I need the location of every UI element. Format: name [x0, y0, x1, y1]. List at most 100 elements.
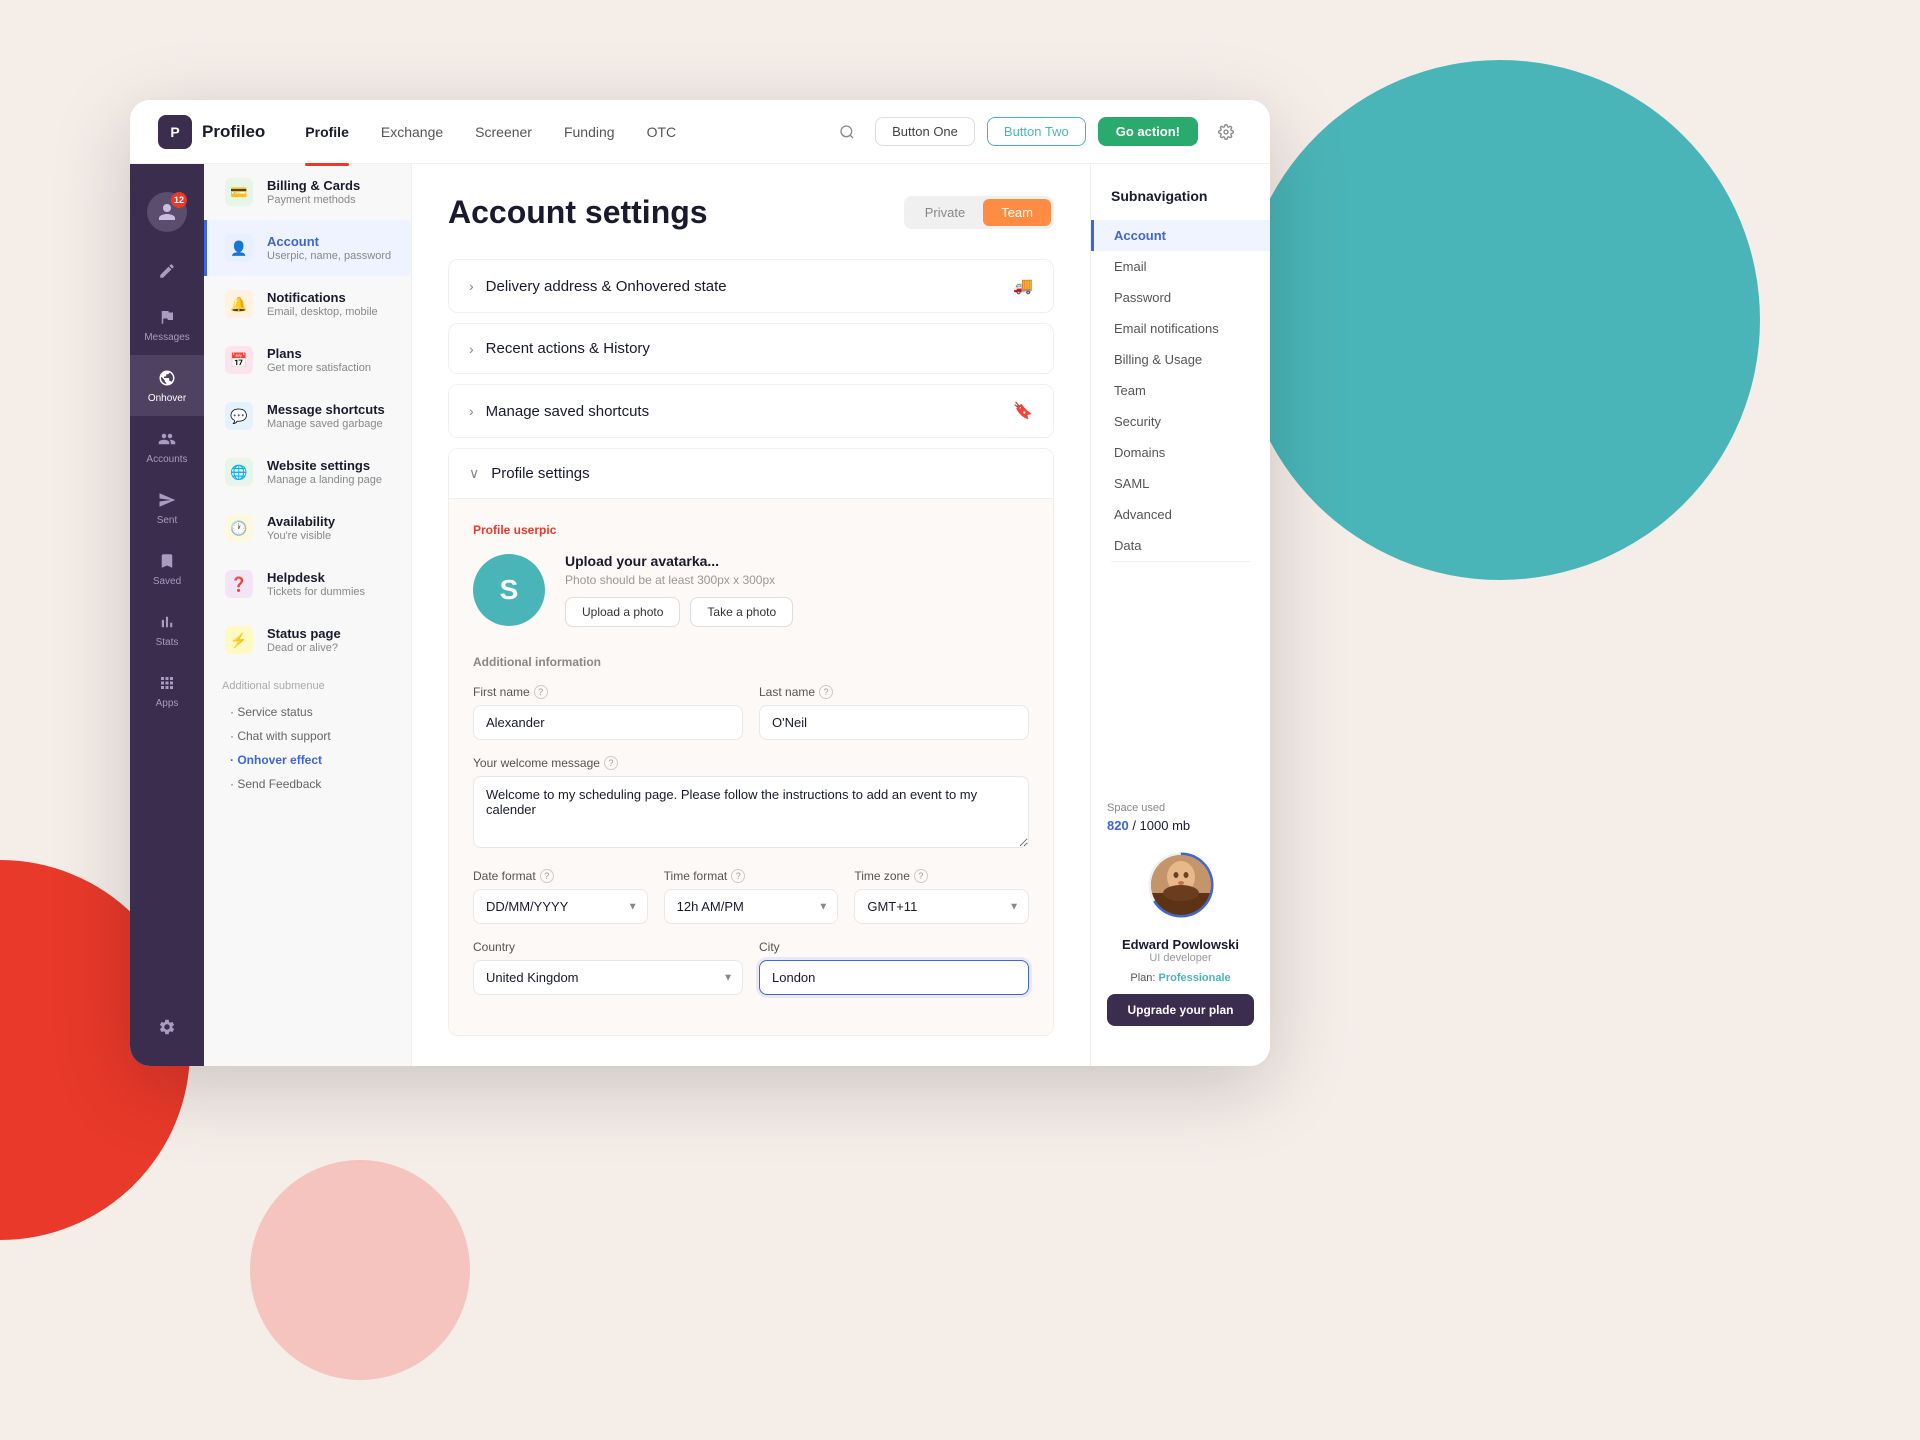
- sidebar-saved-item[interactable]: Saved: [130, 538, 204, 599]
- accordion-delivery-header[interactable]: › Delivery address & Onhovered state 🚚: [449, 260, 1053, 312]
- sidebar-item-shortcuts[interactable]: 💬 Message shortcuts Manage saved garbage: [204, 388, 411, 444]
- accordion-shortcuts-header[interactable]: › Manage saved shortcuts 🔖: [449, 385, 1053, 437]
- sidebar-item-plans[interactable]: 📅 Plans Get more satisfaction: [204, 332, 411, 388]
- flag-icon: [156, 306, 178, 328]
- settings-icon[interactable]: [1210, 116, 1242, 148]
- subnav-title: Subnavigation: [1091, 188, 1270, 220]
- search-icon[interactable]: [831, 116, 863, 148]
- submenu-send-feedback[interactable]: Send Feedback: [222, 772, 393, 796]
- sidebar-item-availability[interactable]: 🕐 Availability You're visible: [204, 500, 411, 556]
- sidebar-settings-item[interactable]: [130, 1004, 204, 1050]
- sidebar-item-helpdesk[interactable]: ❓ Helpdesk Tickets for dummies: [204, 556, 411, 612]
- date-format-select[interactable]: DD/MM/YYYY MM/DD/YYYY YYYY/MM/DD: [473, 889, 648, 924]
- subnav-password[interactable]: Password: [1091, 282, 1270, 313]
- country-select[interactable]: United Kingdom United States Australia: [473, 960, 743, 995]
- topnav-links: Profile Exchange Screener Funding OTC: [305, 120, 831, 144]
- toggle-team[interactable]: Team: [983, 199, 1051, 226]
- sidebar-item-status[interactable]: ⚡ Status page Dead or alive?: [204, 612, 411, 668]
- button-two[interactable]: Button Two: [987, 117, 1086, 146]
- timezone-help-icon[interactable]: ?: [914, 869, 928, 883]
- date-format-group: Date format ? DD/MM/YYYY MM/DD/YYYY YYYY…: [473, 869, 648, 924]
- welcome-label: Your welcome message ?: [473, 756, 1029, 770]
- nav-link-exchange[interactable]: Exchange: [381, 120, 443, 144]
- send-icon: [156, 489, 178, 511]
- main-window: P Profileo Profile Exchange Screener Fun…: [130, 100, 1270, 1066]
- accordion-recent-header[interactable]: › Recent actions & History: [449, 324, 1053, 373]
- sidebar-accounts-item[interactable]: Accounts: [130, 416, 204, 477]
- sidebar-item-billing[interactable]: 💳 Billing & Cards Payment methods: [204, 164, 411, 220]
- availability-title: Availability: [267, 514, 335, 529]
- time-format-select[interactable]: 12h AM/PM 24h: [664, 889, 839, 924]
- submenu-chat-support[interactable]: Chat with support: [222, 724, 393, 748]
- avatar-circle: S: [473, 554, 545, 626]
- nav-link-funding[interactable]: Funding: [564, 120, 615, 144]
- welcome-help-icon[interactable]: ?: [604, 756, 618, 770]
- timezone-select[interactable]: GMT+11 GMT+0 GMT-5: [854, 889, 1029, 924]
- apps-icon: [156, 672, 178, 694]
- date-format-help-icon[interactable]: ?: [540, 869, 554, 883]
- subnav-advanced[interactable]: Advanced: [1091, 499, 1270, 530]
- sidebar-messages-item[interactable]: Messages: [130, 294, 204, 355]
- first-name-help-icon[interactable]: ?: [534, 685, 548, 699]
- account-subtitle: Userpic, name, password: [267, 250, 391, 262]
- sidebar-item-account[interactable]: 👤 Account Userpic, name, password: [204, 220, 411, 276]
- first-name-label: First name ?: [473, 685, 743, 699]
- subnav-email-notifications[interactable]: Email notifications: [1091, 313, 1270, 344]
- timezone-label: Time zone ?: [854, 869, 1029, 883]
- sidebar-onhover-item[interactable]: Onhover: [130, 355, 204, 416]
- welcome-textarea[interactable]: Welcome to my scheduling page. Please fo…: [473, 776, 1029, 848]
- sidebar-stats-item[interactable]: Stats: [130, 599, 204, 660]
- accordion-shortcuts: › Manage saved shortcuts 🔖: [448, 384, 1054, 438]
- user-role: UI developer: [1149, 952, 1211, 964]
- upgrade-button[interactable]: Upgrade your plan: [1107, 994, 1254, 1026]
- subnav-data[interactable]: Data: [1091, 530, 1270, 561]
- subnav-security[interactable]: Security: [1091, 406, 1270, 437]
- profile-section-header[interactable]: ∨ Profile settings: [449, 449, 1053, 499]
- toggle-private[interactable]: Private: [907, 199, 983, 226]
- upload-photo-button[interactable]: Upload a photo: [565, 597, 680, 627]
- sidebar-item-notifications[interactable]: 🔔 Notifications Email, desktop, mobile: [204, 276, 411, 332]
- sidebar-item-website[interactable]: 🌐 Website settings Manage a landing page: [204, 444, 411, 500]
- nav-link-profile[interactable]: Profile: [305, 120, 349, 144]
- go-action-button[interactable]: Go action!: [1098, 117, 1198, 146]
- submenu-service-status[interactable]: Service status: [222, 700, 393, 724]
- sidebar-stats-label: Stats: [156, 637, 179, 648]
- last-name-input[interactable]: [759, 705, 1029, 740]
- account-title: Account: [267, 234, 391, 249]
- website-subtitle: Manage a landing page: [267, 474, 382, 486]
- subnav-divider: [1111, 561, 1250, 562]
- submenu-onhover-effect[interactable]: Onhover effect: [222, 748, 393, 772]
- subnav-domains[interactable]: Domains: [1091, 437, 1270, 468]
- first-name-input[interactable]: [473, 705, 743, 740]
- last-name-help-icon[interactable]: ?: [819, 685, 833, 699]
- chevron-right-icon3: ›: [469, 403, 474, 419]
- subnav-team[interactable]: Team: [1091, 375, 1270, 406]
- button-one[interactable]: Button One: [875, 117, 975, 146]
- plans-subtitle: Get more satisfaction: [267, 362, 371, 374]
- subnav-saml[interactable]: SAML: [1091, 468, 1270, 499]
- nav-link-otc[interactable]: OTC: [647, 120, 677, 144]
- submenu-section: Additional submenue Service status Chat …: [204, 668, 411, 802]
- city-input[interactable]: [759, 960, 1029, 995]
- logo-text: Profileo: [202, 122, 265, 142]
- notifications-subtitle: Email, desktop, mobile: [267, 306, 378, 318]
- helpdesk-icon: ❓: [225, 570, 253, 598]
- subnav-billing-usage[interactable]: Billing & Usage: [1091, 344, 1270, 375]
- accordion-delivery-title: Delivery address & Onhovered state: [486, 278, 727, 295]
- welcome-message-group: Your welcome message ? Welcome to my sch…: [473, 756, 1029, 853]
- sidebar-avatar-item[interactable]: 12: [130, 180, 204, 248]
- sidebar-edit-item[interactable]: [130, 248, 204, 294]
- status-subtitle: Dead or alive?: [267, 642, 341, 654]
- sidebar-apps-item[interactable]: Apps: [130, 660, 204, 721]
- nav-link-screener[interactable]: Screener: [475, 120, 532, 144]
- take-photo-button[interactable]: Take a photo: [690, 597, 793, 627]
- subnav-account[interactable]: Account: [1091, 220, 1270, 251]
- plans-icon: 📅: [225, 346, 253, 374]
- timezone-select-wrapper: GMT+11 GMT+0 GMT-5 ▼: [854, 889, 1029, 924]
- upload-title: Upload your avatarka...: [565, 553, 793, 569]
- time-format-help-icon[interactable]: ?: [731, 869, 745, 883]
- user-avatar: [1151, 855, 1211, 915]
- plan-name[interactable]: Professionale: [1159, 972, 1231, 984]
- sidebar-sent-item[interactable]: Sent: [130, 477, 204, 538]
- subnav-email[interactable]: Email: [1091, 251, 1270, 282]
